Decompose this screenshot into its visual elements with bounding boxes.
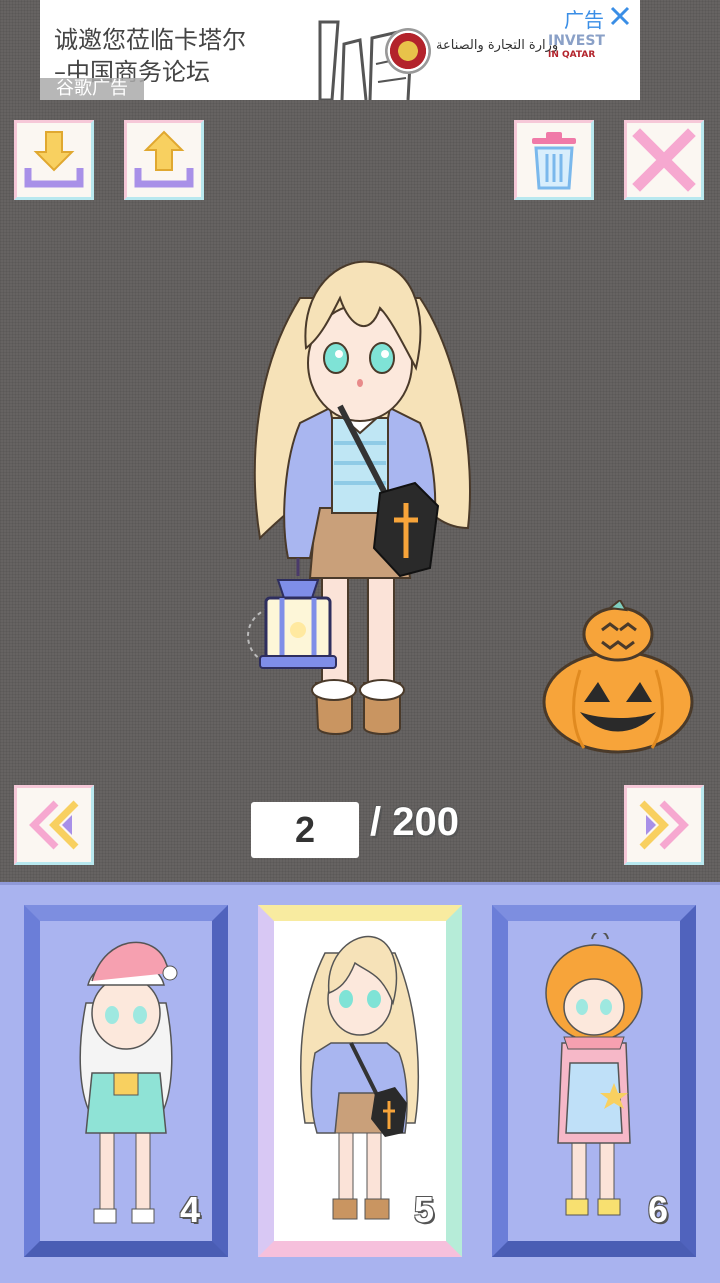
upload-button[interactable]	[124, 120, 204, 200]
page-total: / 200	[370, 800, 459, 844]
ad-banner[interactable]: 诚邀您莅临卡塔尔 –中国商务论坛 وزارة التجارة والصناعة …	[40, 0, 640, 100]
ad-label: 谷歌广告	[40, 78, 144, 100]
double-chevron-right-icon	[639, 800, 689, 850]
download-button[interactable]	[14, 120, 94, 200]
ad-close-icon[interactable]	[608, 4, 632, 28]
slot-character-5	[300, 935, 419, 1220]
character-preview[interactable]	[240, 258, 480, 743]
ministry-logo	[385, 28, 431, 74]
slot-number: 6	[647, 1189, 668, 1230]
slot-character-4	[79, 941, 178, 1224]
slot-card-6[interactable]: 6	[492, 905, 696, 1257]
previous-button[interactable]	[14, 785, 94, 865]
ad-tag[interactable]: 广告	[564, 4, 604, 33]
double-chevron-left-icon	[29, 800, 79, 850]
upload-icon	[134, 130, 194, 188]
pumpkin-decoration[interactable]	[540, 600, 696, 756]
delete-button[interactable]	[514, 120, 594, 200]
trash-icon	[532, 132, 576, 190]
slot-card-5-selected[interactable]: 5	[258, 905, 462, 1257]
slot-card-4[interactable]: 4	[24, 905, 228, 1257]
ad-arabic-text: وزارة التجارة والصناعة	[436, 38, 559, 53]
slot-number: 5	[413, 1189, 434, 1230]
slot-number: 4	[179, 1189, 200, 1230]
close-button[interactable]	[624, 120, 704, 200]
page-number-input[interactable]: 2	[251, 802, 359, 858]
close-icon	[632, 128, 696, 192]
invest-qatar-logo: INVEST IN QATAR	[548, 33, 605, 60]
slot-character-6	[545, 933, 643, 1216]
next-button[interactable]	[624, 785, 704, 865]
download-icon	[24, 131, 84, 188]
